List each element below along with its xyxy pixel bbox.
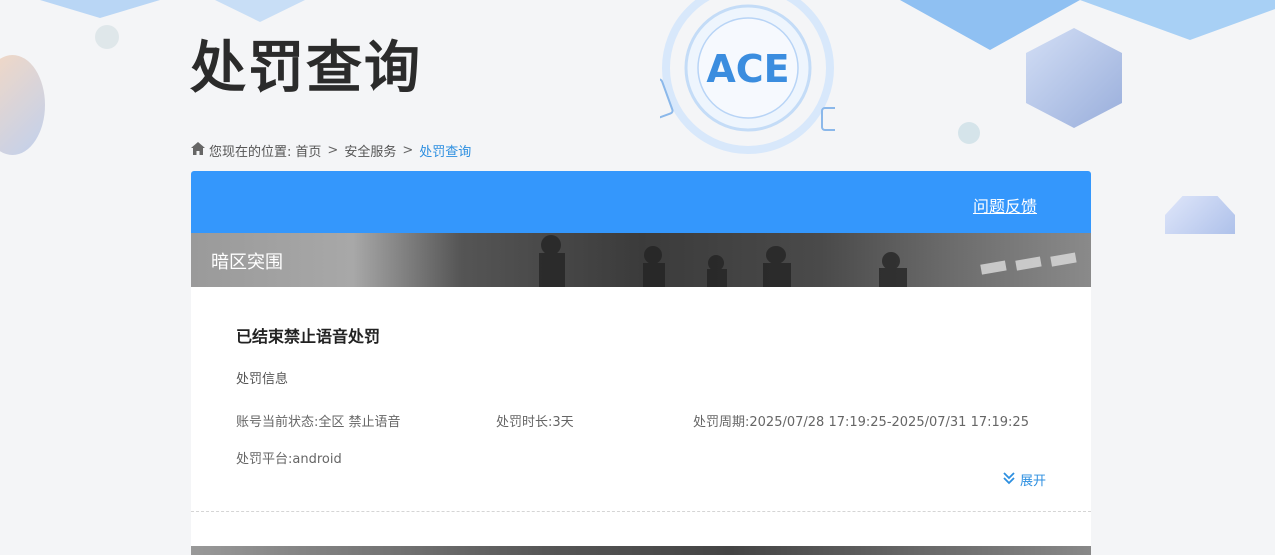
expand-button[interactable]: 展开 <box>1002 470 1046 489</box>
penalty-title: 已结束禁止语音处罚 <box>236 327 381 346</box>
breadcrumb: 您现在的位置: 首页 > 安全服务 > 处罚查询 <box>191 141 471 160</box>
card-spacer <box>191 512 1091 548</box>
double-chevron-down-icon <box>1002 471 1016 489</box>
expand-label: 展开 <box>1019 474 1046 489</box>
penalty-card: 已结束禁止语音处罚 处罚信息 账号当前状态:全区 禁止语音 处罚时长:3天 处罚… <box>191 287 1091 512</box>
penalty-platform: 处罚平台:android <box>236 452 342 467</box>
breadcrumb-home-link[interactable]: 首页 <box>295 141 321 160</box>
game-banner: 暗区突围 <box>191 233 1091 287</box>
penalty-duration: 处罚时长:3天 <box>496 415 574 430</box>
ace-logo: ACE <box>636 0 853 160</box>
panel-header: 问题反馈 <box>191 171 1091 233</box>
penalty-info-heading: 处罚信息 <box>236 372 289 387</box>
breadcrumb-prefix: 您现在的位置: <box>209 145 292 160</box>
breadcrumb-current: 处罚查询 <box>419 145 472 160</box>
game-name: 暗区突围 <box>211 252 283 273</box>
feedback-link[interactable]: 问题反馈 <box>973 193 1037 217</box>
next-game-banner <box>191 546 1091 555</box>
svg-text:ACE: ACE <box>706 47 789 91</box>
home-icon <box>191 142 205 159</box>
account-status: 账号当前状态:全区 禁止语音 <box>236 415 401 430</box>
soldiers-silhouette <box>539 235 1077 287</box>
page-title: 处罚查询 <box>190 36 422 101</box>
penalty-period: 处罚周期:2025/07/28 17:19:25-2025/07/31 17:1… <box>693 415 1029 430</box>
breadcrumb-separator: > <box>327 143 339 158</box>
penalty-panel: 问题反馈 暗区突围 已结束禁止语音处罚 处罚信息 账号当前状态:全区 禁止语音 … <box>191 171 1091 548</box>
breadcrumb-security-link[interactable]: 安全服务 <box>344 141 396 160</box>
breadcrumb-separator: > <box>402 143 414 158</box>
